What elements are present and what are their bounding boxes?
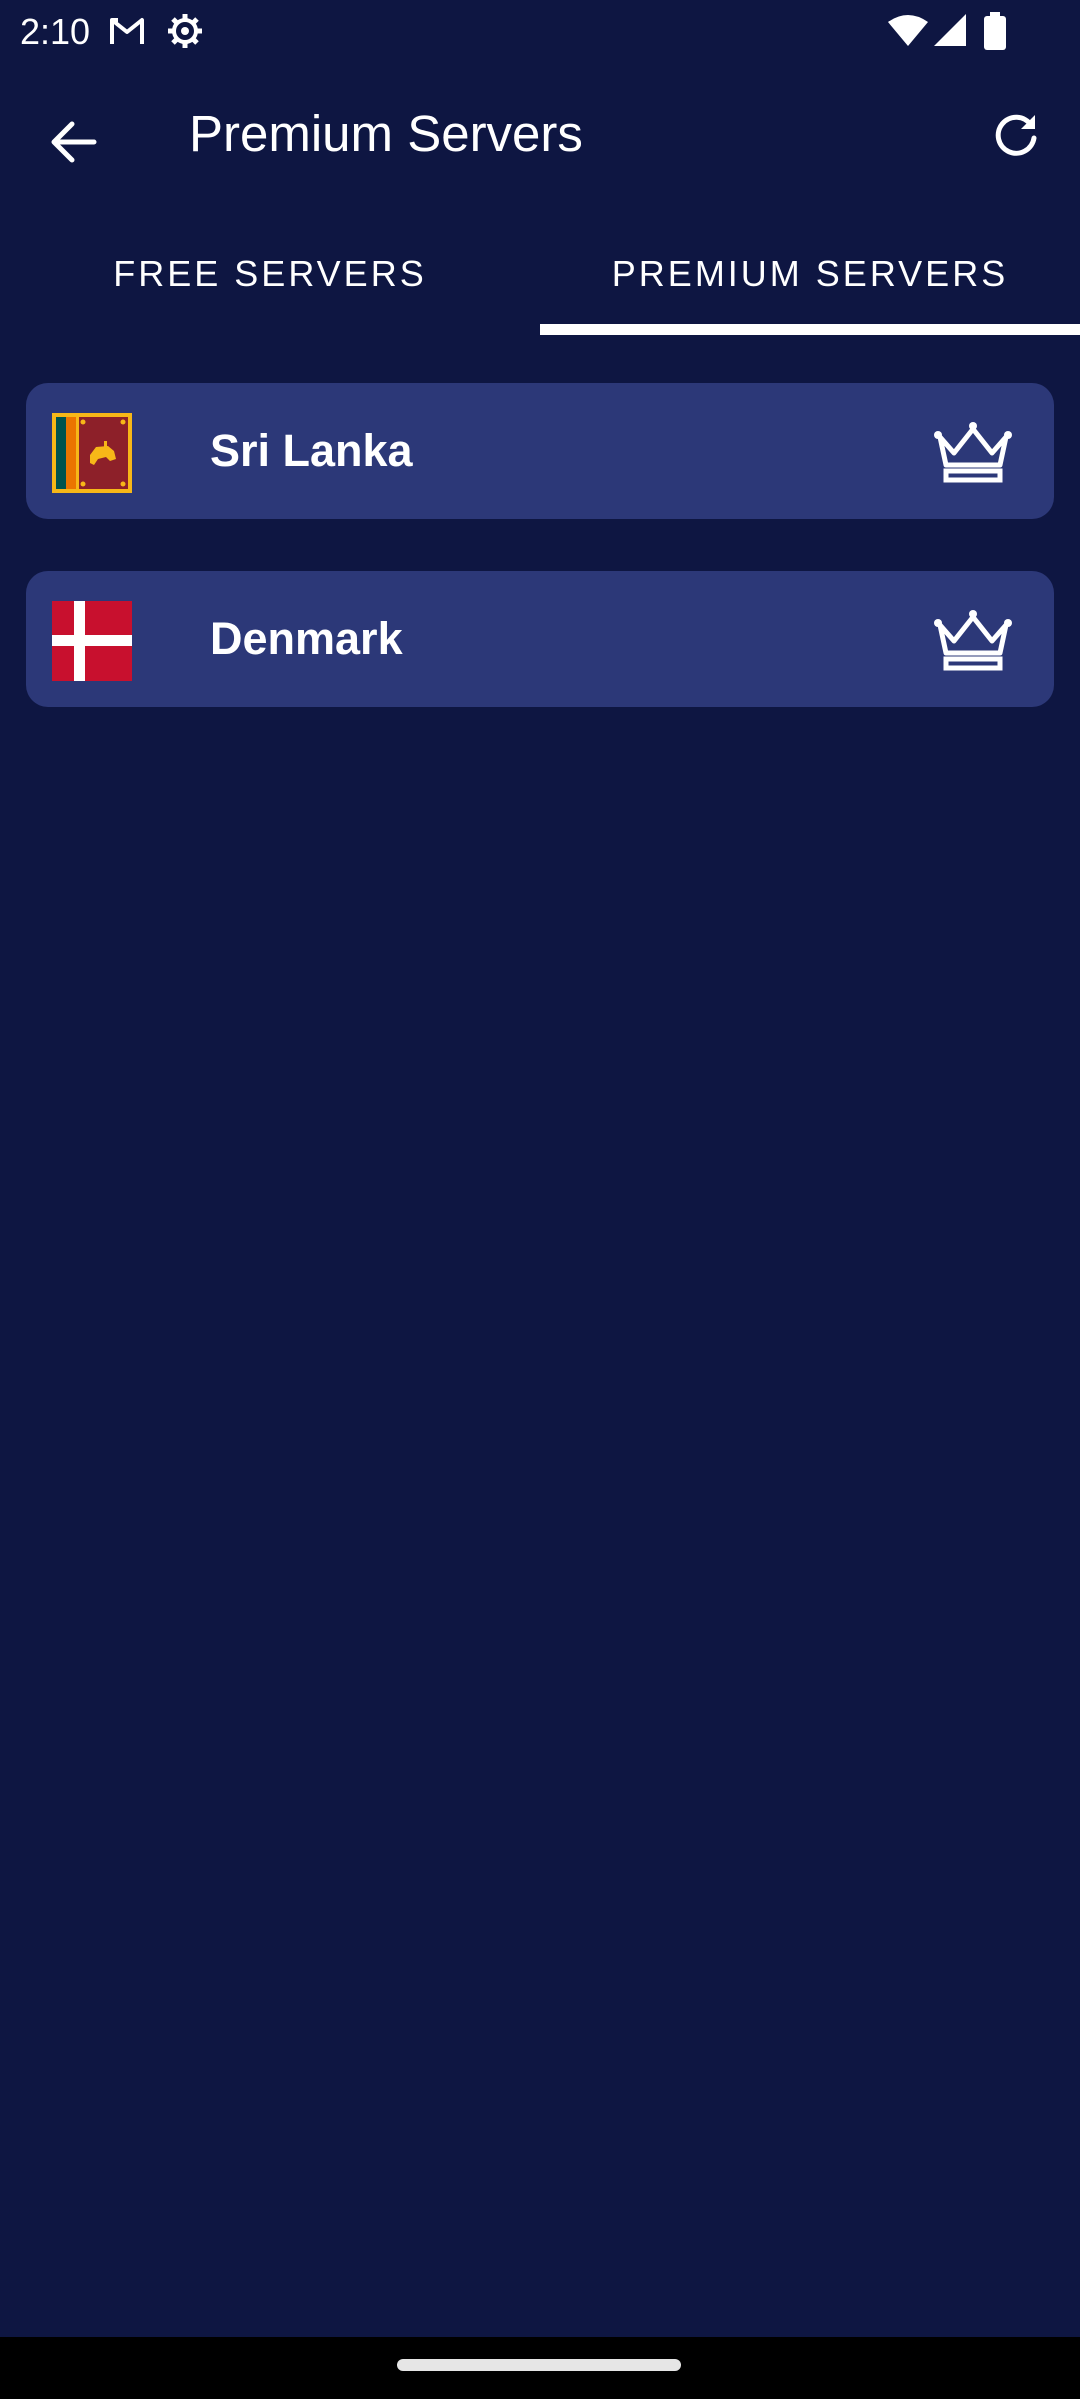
server-list: Sri Lanka Denmark (26, 383, 1054, 759)
navigation-bar (0, 2337, 1080, 2399)
tab-bar: FREE SERVERS PREMIUM SERVERS (0, 212, 1080, 336)
app-bar: Premium Servers (0, 64, 1080, 212)
status-bar: 2:10 (0, 0, 1080, 64)
denmark-flag-icon (52, 601, 132, 681)
cell-signal-icon (934, 14, 968, 53)
battery-icon (984, 12, 1006, 55)
tab-free-servers[interactable]: FREE SERVERS (0, 212, 540, 336)
sri-lanka-flag-icon (52, 413, 132, 493)
tab-premium-servers[interactable]: PREMIUM SERVERS (540, 212, 1080, 336)
back-button[interactable] (34, 102, 114, 182)
arrow-back-icon (51, 121, 97, 163)
settings-gear-icon (166, 12, 204, 55)
home-gesture-handle[interactable] (397, 2359, 681, 2371)
gmail-icon (108, 12, 146, 53)
refresh-button[interactable] (976, 96, 1056, 176)
screen: 2:10 Premium Servers FREE SERVERS PREMIU… (0, 0, 1080, 2399)
wifi-icon (888, 14, 928, 53)
refresh-icon (995, 114, 1037, 156)
crown-icon (932, 609, 1014, 673)
server-name: Sri Lanka (210, 425, 413, 476)
server-item-sri-lanka[interactable]: Sri Lanka (26, 383, 1054, 519)
crown-icon (932, 421, 1014, 485)
status-time: 2:10 (20, 11, 91, 52)
tab-selected-indicator (540, 324, 1080, 335)
server-name: Denmark (210, 613, 403, 664)
page-title: Premium Servers (189, 105, 583, 162)
server-item-denmark[interactable]: Denmark (26, 571, 1054, 707)
